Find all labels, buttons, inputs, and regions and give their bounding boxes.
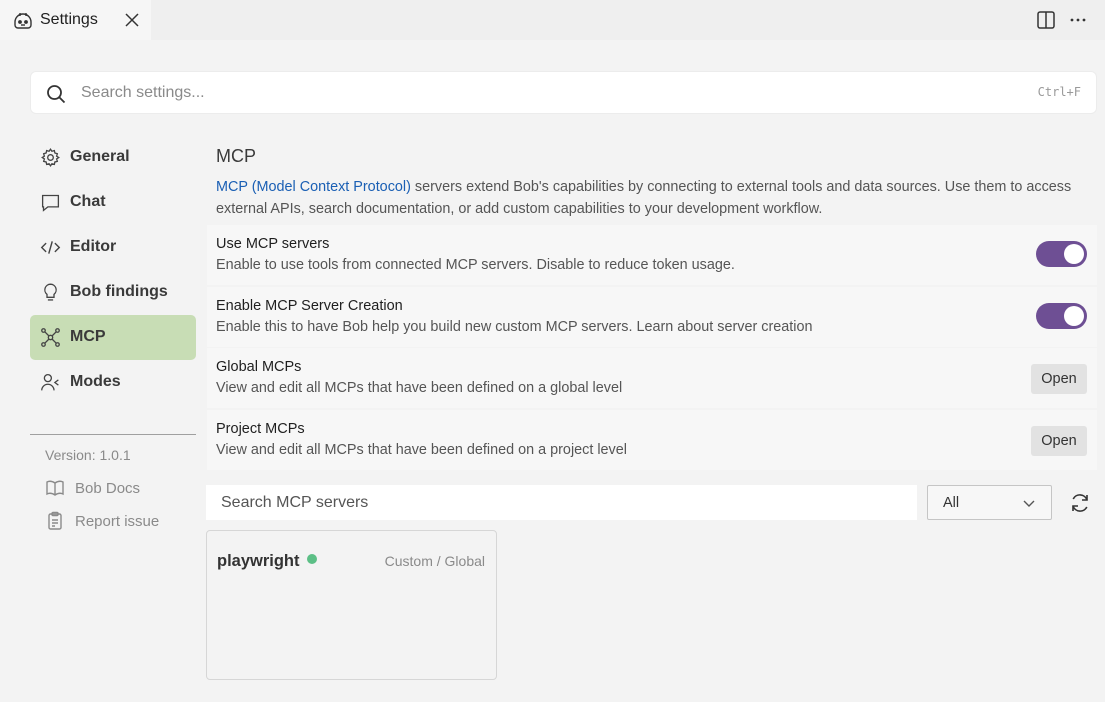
setting-title: Enable MCP Server Creation: [216, 298, 403, 314]
lightbulb-icon: [44, 283, 57, 301]
sidebar-item-label: General: [70, 148, 130, 165]
sidebar-item-mcp[interactable]: MCP: [30, 315, 196, 360]
tab-label: Settings: [40, 11, 98, 28]
server-status-indicator: [307, 554, 317, 564]
page-description: MCP (Model Context Protocol) servers ext…: [216, 176, 1091, 220]
sidebar-divider: [30, 434, 196, 435]
toggle-knob: [1064, 306, 1084, 326]
setting-title: Global MCPs: [216, 359, 302, 375]
sidebar-item-label: Modes: [70, 373, 121, 390]
close-icon[interactable]: [122, 10, 142, 30]
chat-bubble-icon: [41, 194, 60, 212]
sidebar-item-chat[interactable]: Chat: [30, 180, 196, 225]
setting-global-mcps: Global MCPs View and edit all MCPs that …: [207, 348, 1097, 408]
sidebar-item-label: Editor: [70, 238, 117, 255]
settings-search-bar: Ctrl+F: [30, 71, 1097, 114]
robot-icon: [14, 13, 32, 29]
setting-description: Enable this to have Bob help you build n…: [216, 319, 813, 335]
setting-description: Enable to use tools from connected MCP s…: [216, 257, 735, 273]
mcp-server-search-input[interactable]: [206, 485, 917, 520]
page-title: MCP: [216, 146, 256, 166]
book-icon: [46, 480, 64, 496]
enable-mcp-server-creation-toggle[interactable]: [1036, 303, 1087, 329]
gear-icon: [41, 148, 60, 167]
split-editor-icon[interactable]: [1034, 8, 1058, 32]
setting-description: View and edit all MCPs that have been de…: [216, 442, 627, 458]
setting-title: Project MCPs: [216, 421, 305, 437]
mcp-protocol-link[interactable]: MCP (Model Context Protocol): [216, 179, 411, 195]
settings-search-input[interactable]: [81, 80, 1001, 106]
version-label: Version: 1.0.1: [45, 447, 131, 463]
tab-bar-background: [151, 0, 1105, 40]
search-icon: [47, 85, 66, 104]
filter-selected-value: All: [943, 495, 960, 511]
tab-settings[interactable]: Settings: [0, 0, 151, 40]
sidebar-item-general[interactable]: General: [30, 135, 196, 180]
setting-title: Use MCP servers: [216, 236, 330, 252]
sidebar-item-bob-findings[interactable]: Bob findings: [30, 270, 196, 315]
search-shortcut-hint: Ctrl+F: [1037, 85, 1081, 99]
sidebar-item-label: Bob findings: [70, 283, 168, 300]
server-filter-select[interactable]: All: [927, 485, 1052, 520]
chevron-down-icon: [1023, 500, 1035, 507]
setting-use-mcp-servers: Use MCP servers Enable to use tools from…: [207, 225, 1097, 285]
clipboard-icon: [48, 511, 62, 530]
server-name: playwright: [217, 552, 300, 570]
sidebar-item-label: MCP: [70, 328, 106, 345]
code-icon: [40, 241, 61, 254]
network-icon: [41, 328, 60, 347]
setting-description: View and edit all MCPs that have been de…: [216, 380, 623, 396]
open-global-mcps-button[interactable]: Open: [1031, 364, 1087, 394]
use-mcp-servers-toggle[interactable]: [1036, 241, 1087, 267]
sidebar-item-modes[interactable]: Modes: [30, 360, 196, 405]
refresh-icon[interactable]: [1068, 491, 1092, 515]
bob-docs-label: Bob Docs: [75, 480, 141, 497]
mcp-server-card[interactable]: playwright Custom / Global: [206, 530, 497, 680]
server-scope: Custom / Global: [384, 553, 485, 569]
more-actions-icon[interactable]: [1066, 8, 1090, 32]
user-mode-icon: [41, 373, 59, 391]
report-issue-label: Report issue: [75, 513, 160, 530]
setting-project-mcps: Project MCPs View and edit all MCPs that…: [207, 410, 1097, 470]
tab-bar: Settings: [0, 0, 1105, 40]
sidebar-item-editor[interactable]: Editor: [30, 225, 196, 270]
setting-enable-mcp-server-creation: Enable MCP Server Creation Enable this t…: [207, 287, 1097, 347]
open-project-mcps-button[interactable]: Open: [1031, 426, 1087, 456]
sidebar-item-label: Chat: [70, 193, 106, 210]
toggle-knob: [1064, 244, 1084, 264]
